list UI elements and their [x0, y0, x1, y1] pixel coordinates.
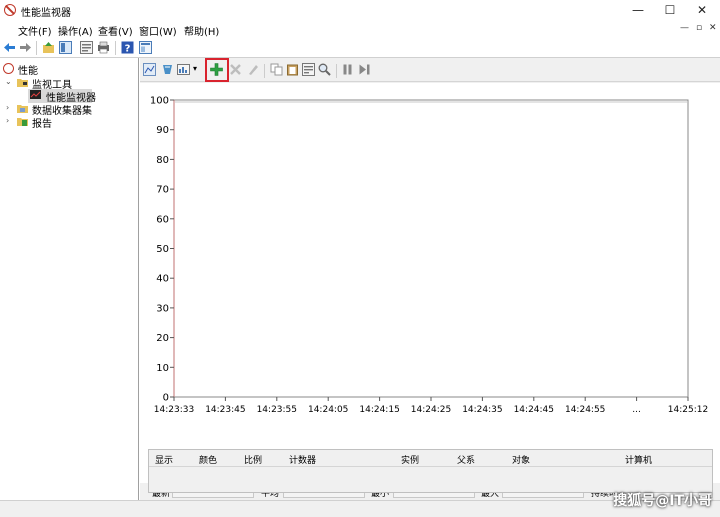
close-button[interactable]: ✕: [684, 0, 720, 20]
watermark-text: 搜狐号@IT小哥: [613, 493, 712, 509]
view-current-activity-icon[interactable]: [143, 63, 156, 76]
column-header-instance[interactable]: 实例: [401, 453, 419, 466]
column-header-object[interactable]: 对象: [512, 453, 530, 466]
help-icon[interactable]: ?: [121, 41, 134, 54]
column-header-color[interactable]: 颜色: [199, 453, 217, 466]
mdi-minimize-button[interactable]: —: [680, 23, 689, 33]
column-header-show[interactable]: 显示: [155, 453, 173, 466]
paste-counter-list-icon[interactable]: [286, 63, 299, 76]
menu-help[interactable]: 帮助(H): [184, 23, 219, 38]
print-icon[interactable]: [97, 41, 110, 54]
column-header-computer[interactable]: 计算机: [625, 453, 652, 466]
y-tick-label: 90: [156, 125, 169, 136]
y-tick-label: 100: [150, 96, 169, 107]
graph-toolbar: ▾: [140, 58, 720, 82]
y-tick-label: 10: [156, 363, 169, 374]
y-tick-label: 0: [163, 393, 169, 404]
x-tick-label: ...: [632, 405, 641, 415]
chevron-down-icon[interactable]: ⌄: [5, 77, 12, 86]
add-counter-highlight: [205, 58, 229, 82]
x-tick-label: 14:25:12: [668, 405, 708, 415]
y-tick-label: 20: [156, 333, 169, 344]
x-tick-label: 14:23:33: [154, 405, 194, 415]
copy-properties-icon[interactable]: [270, 63, 283, 76]
chevron-right-icon[interactable]: ›: [6, 103, 9, 112]
menu-window[interactable]: 窗口(W): [139, 23, 177, 38]
svg-text:?: ?: [125, 44, 131, 55]
x-tick-label: 14:24:35: [462, 405, 502, 415]
graph-properties-icon[interactable]: [302, 63, 315, 76]
chevron-down-icon[interactable]: ▾: [193, 64, 197, 73]
menu-file[interactable]: 文件(F): [18, 23, 52, 38]
update-data-icon[interactable]: [358, 63, 371, 76]
y-tick-label: 60: [156, 214, 169, 225]
plot-frame: [173, 99, 689, 398]
menu-action[interactable]: 操作(A): [58, 23, 93, 38]
title-bar: 性能监视器 — ☐ ✕: [0, 0, 720, 20]
highlight-pen-icon[interactable]: [246, 63, 259, 76]
chevron-right-icon[interactable]: ›: [6, 116, 9, 125]
mdi-close-button[interactable]: ✕: [709, 23, 717, 33]
tree-item-monitoring-tools[interactable]: ⌄ 监视工具: [3, 76, 133, 91]
tree-item-perf-monitor[interactable]: 性能监视器: [28, 89, 96, 104]
show-hide-tree-icon[interactable]: [59, 41, 72, 54]
x-tick-label: 14:23:45: [205, 405, 245, 415]
x-tick-label: 14:24:45: [514, 405, 554, 415]
perfmon-app-icon: [4, 4, 16, 16]
chart-area: 0 10 20 30 40 50 60 70 80 90 100 14:23:33 14:23:45 14…: [140, 83, 720, 483]
mdi-restore-button[interactable]: ▫: [696, 23, 702, 33]
column-header-counter[interactable]: 计数器: [289, 453, 316, 466]
x-tick-label: 14:24:55: [565, 405, 605, 415]
main-toolbar: ?: [0, 38, 720, 58]
performance-line-chart[interactable]: 0 10 20 30 40 50 60 70 80 90 100 14:23:33 14:23:45 14…: [140, 83, 720, 483]
monitor-chart-icon: [30, 90, 41, 99]
y-tick-label: 70: [156, 185, 169, 196]
x-tick-label: 14:24:25: [411, 405, 451, 415]
back-arrow-icon[interactable]: [3, 41, 16, 54]
folder-icon: [17, 79, 28, 87]
window-title: 性能监视器: [21, 8, 71, 19]
up-folder-icon[interactable]: [42, 41, 55, 54]
delete-counter-icon[interactable]: [229, 63, 242, 76]
tree-item-performance[interactable]: 性能: [3, 62, 133, 77]
view-log-data-icon[interactable]: [161, 63, 174, 76]
x-tick-label: 14:23:55: [257, 405, 297, 415]
maximize-button[interactable]: ☐: [652, 0, 688, 20]
tree-item-reports[interactable]: › 报告: [3, 115, 133, 130]
tree-item-label: 报告: [32, 119, 52, 130]
column-header-scale[interactable]: 比例: [244, 453, 262, 466]
change-graph-type-icon[interactable]: [177, 63, 190, 76]
y-tick-label: 40: [156, 274, 169, 285]
y-tick-label: 30: [156, 303, 169, 314]
status-bar: [0, 500, 720, 517]
freeze-display-icon[interactable]: [341, 63, 354, 76]
menu-view[interactable]: 查看(V): [98, 23, 133, 38]
y-tick-label: 80: [156, 155, 169, 166]
minimize-button[interactable]: —: [620, 0, 656, 20]
tree-item-data-collector-sets[interactable]: › 数据收集器集: [3, 102, 133, 117]
menu-bar: 文件(F) 操作(A) 查看(V) 窗口(W) 帮助(H) — ▫ ✕: [0, 20, 720, 38]
zoom-magnifier-icon[interactable]: [318, 63, 331, 76]
mmc-view-icon[interactable]: [139, 41, 152, 54]
perf-monitor-panel: ▾ 0 10 20 30 40 50 60 70 80 90 100 14:23:33 14:23:45…: [140, 58, 720, 500]
report-icon: [17, 118, 28, 126]
x-tick-label: 14:24:15: [359, 405, 399, 415]
counter-list-table[interactable]: 显示 颜色 比例 计数器 实例 父系 对象 计算机: [148, 449, 713, 493]
navigation-tree: 性能 ⌄ 监视工具 性能监视器 › 数据收集器集 › 报告: [0, 58, 139, 500]
properties-icon[interactable]: [80, 41, 93, 54]
perfmon-icon: [3, 63, 14, 74]
forward-arrow-icon[interactable]: [19, 41, 32, 54]
y-tick-label: 50: [156, 244, 169, 255]
x-tick-label: 14:24:05: [308, 405, 348, 415]
column-header-parent[interactable]: 父系: [457, 453, 475, 466]
tree-item-label: 性能: [18, 66, 38, 77]
data-collector-icon: [17, 105, 28, 113]
